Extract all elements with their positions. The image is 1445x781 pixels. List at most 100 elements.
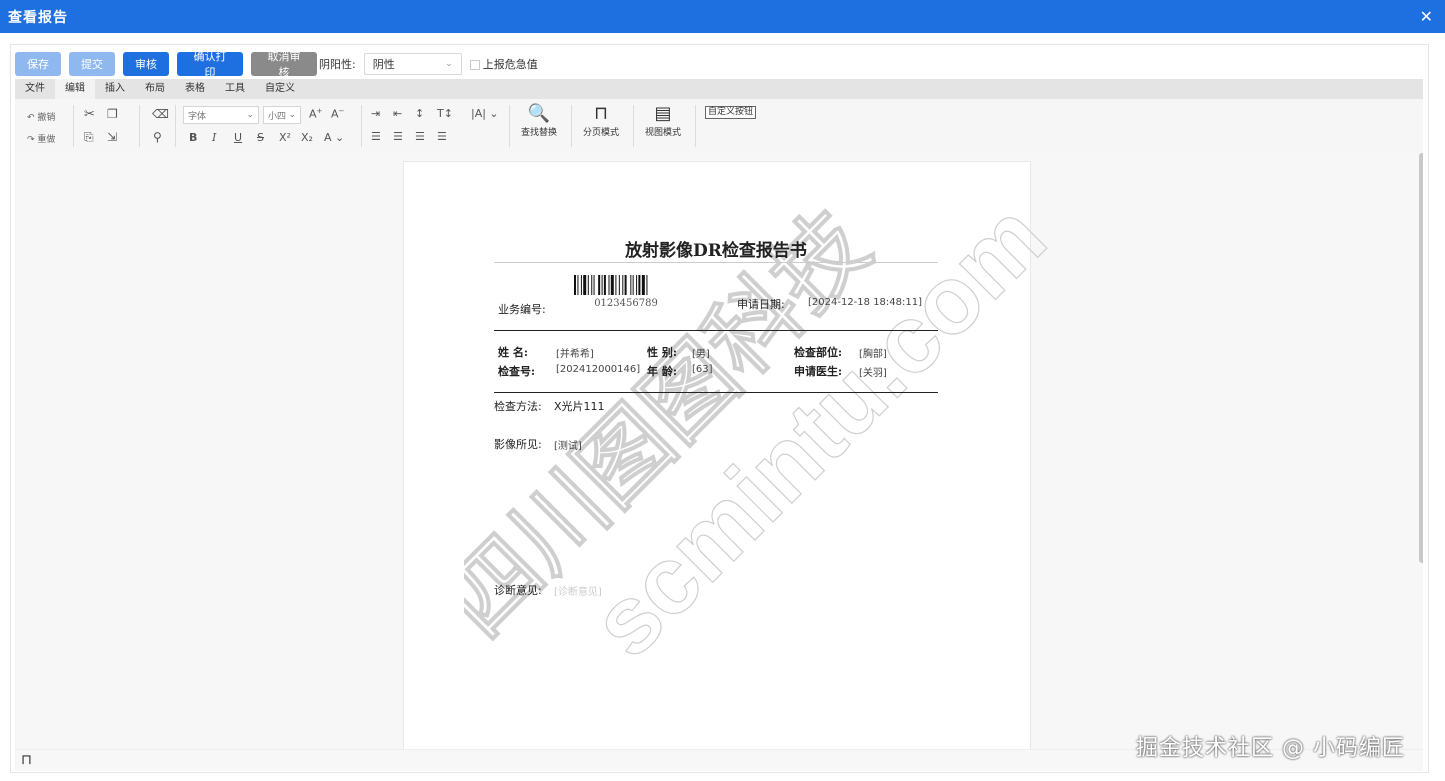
char-spacing-icon[interactable]: |A| ⌄ [471, 107, 499, 120]
align-justify-icon[interactable]: ☰ [437, 130, 447, 143]
doctor-value[interactable]: [关羽] [859, 364, 887, 379]
underline-icon[interactable]: U [234, 131, 242, 144]
strikethrough-icon[interactable]: S [257, 131, 264, 144]
separator [139, 105, 140, 147]
view-mode-icon: ▤ [654, 103, 672, 124]
save-button[interactable]: 保存 [15, 52, 61, 76]
age-label: 年 龄: [647, 365, 677, 378]
exam-part-value[interactable]: [胸部] [859, 345, 887, 360]
apply-date-value[interactable]: [2024-12-18 18:48:11] [808, 297, 922, 308]
confirm-print-button[interactable]: 确认打印 [177, 51, 243, 79]
report-page[interactable]: 四川图图科技 scmintu.com 放射影像DR检查报告书 012345678… [403, 161, 1064, 749]
separator [571, 105, 572, 147]
barcode-bar [608, 275, 610, 295]
font-shrink-icon[interactable]: A− [331, 107, 344, 121]
report-window: 查看报告 ✕ 保存 提交 审核 确认打印 取消审核 阴阳性: 阴性 ⌄ 上报危急… [0, 0, 1445, 781]
font-color-icon[interactable]: A ⌄ [324, 131, 344, 144]
font-size-select[interactable]: 小四 ⌄ [263, 106, 301, 124]
tab-layout[interactable]: 布局 [135, 79, 175, 99]
align-right-icon[interactable]: ☰ [415, 130, 425, 143]
font-grow-icon[interactable]: A+ [309, 107, 322, 121]
method-value[interactable]: X光片111 [554, 398, 605, 414]
paste-icon[interactable]: ⎘ [84, 130, 94, 145]
redo-button[interactable]: ↷ 重做 [27, 132, 55, 145]
divider-line [494, 392, 938, 393]
critical-value-checkbox[interactable]: 上报危急值 [469, 56, 538, 72]
separator [695, 105, 696, 147]
cancel-review-button[interactable]: 取消审核 [251, 51, 317, 79]
undo-label: 撤销 [37, 113, 56, 123]
page-mode-button[interactable]: ⊓ 分页模式 [583, 103, 619, 138]
tab-tools[interactable]: 工具 [215, 79, 255, 99]
tab-file[interactable]: 文件 [15, 79, 55, 99]
paste-special-icon[interactable]: ⇲ [107, 130, 117, 144]
clear-format-icon[interactable]: ⌫ [152, 107, 169, 121]
page-mode-icon[interactable]: ⊓ [21, 752, 32, 768]
italic-icon[interactable]: I [212, 131, 216, 144]
title-bar: 查看报告 ✕ [0, 0, 1445, 33]
review-button[interactable]: 审核 [123, 52, 169, 76]
format-painter-icon[interactable]: ⚲ [153, 130, 162, 144]
critical-value-label: 上报危急值 [482, 58, 538, 71]
ribbon-toolbar: ↶ 撤销 ↷ 重做 ✂ ❐ ⎘ ⇲ ⌫ ⚲ 字体 ⌄ 小四 ⌄ A+ A− B I … [15, 99, 1423, 153]
line-spacing-icon[interactable]: ↕ [415, 107, 424, 120]
subscript-icon[interactable]: X₂ [301, 131, 313, 144]
editor-area[interactable]: 四川图图科技 scmintu.com 放射影像DR检查报告书 012345678… [15, 153, 1423, 749]
yinyang-select[interactable]: 阴性 ⌄ [363, 53, 462, 75]
copy-icon[interactable]: ❐ [107, 107, 118, 121]
find-replace-icon: 🔍 [527, 103, 551, 124]
checkbox-icon [469, 60, 480, 70]
tab-table[interactable]: 表格 [175, 79, 215, 99]
findings-value[interactable]: [测试] [554, 437, 582, 452]
indent-increase-icon[interactable]: ⇥ [371, 107, 380, 120]
age-value[interactable]: [63] [692, 364, 713, 375]
name-value[interactable]: [并希希] [556, 345, 594, 360]
method-label: 检查方法: [494, 400, 542, 413]
font-family-value: 字体 [188, 111, 207, 122]
menu-bar: 文件 编辑 插入 布局 表格 工具 自定义 [15, 79, 1423, 99]
separator [73, 105, 74, 147]
barcode-bar [630, 275, 632, 295]
barcode-bar [577, 275, 579, 295]
action-bar: 保存 提交 审核 确认打印 取消审核 阴阳性: 阴性 ⌄ 上报危急值 [15, 51, 538, 79]
tab-custom[interactable]: 自定义 [255, 79, 305, 99]
superscript-icon[interactable]: X² [279, 131, 291, 144]
submit-button[interactable]: 提交 [69, 52, 115, 76]
report-title: 放射影像DR检查报告书 [625, 241, 807, 261]
text-direction-icon[interactable]: T↕ [437, 107, 453, 120]
apply-date-label: 申请日期: [737, 298, 785, 311]
find-replace-button[interactable]: 🔍 查找替换 [521, 103, 557, 138]
cut-icon[interactable]: ✂ [84, 107, 95, 122]
gender-value[interactable]: [男] [692, 345, 710, 360]
chevron-down-icon: ⌄ [445, 59, 453, 69]
barcode-bar [610, 275, 614, 295]
name-label: 姓 名: [498, 346, 528, 359]
font-family-select[interactable]: 字体 ⌄ [183, 106, 259, 124]
vertical-scrollbar[interactable] [1419, 153, 1423, 563]
undo-button[interactable]: ↶ 撤销 [27, 110, 55, 123]
bold-icon[interactable]: B [189, 131, 197, 144]
separator [509, 105, 510, 147]
align-center-icon[interactable]: ☰ [393, 130, 403, 143]
view-mode-button[interactable]: ▤ 视图模式 [645, 103, 681, 138]
watermark-line2: scmintu.com [572, 202, 1064, 662]
indent-decrease-icon[interactable]: ⇤ [393, 107, 402, 120]
barcode-bar [593, 275, 595, 295]
diagnosis-value[interactable]: [诊断意见] [554, 583, 602, 598]
barcode-bar [598, 275, 601, 295]
findings-label: 影像所见: [494, 438, 542, 451]
tab-insert[interactable]: 插入 [95, 79, 135, 99]
business-no-label: 业务编号: [498, 303, 546, 316]
close-icon[interactable]: ✕ [1420, 7, 1433, 26]
barcode-bar [583, 275, 587, 295]
chevron-down-icon: ⌄ [288, 110, 296, 120]
undo-icon: ↶ [27, 113, 35, 123]
exam-no-value[interactable]: [202412000146] [556, 364, 640, 375]
redo-label: 重做 [37, 135, 56, 145]
align-left-icon[interactable]: ☰ [371, 130, 381, 143]
barcode-bar [587, 275, 589, 295]
chevron-down-icon: ⌄ [246, 110, 254, 120]
tab-edit[interactable]: 编辑 [55, 79, 95, 99]
custom-button[interactable]: 自定义按钮 [705, 106, 757, 119]
separator [175, 105, 176, 147]
